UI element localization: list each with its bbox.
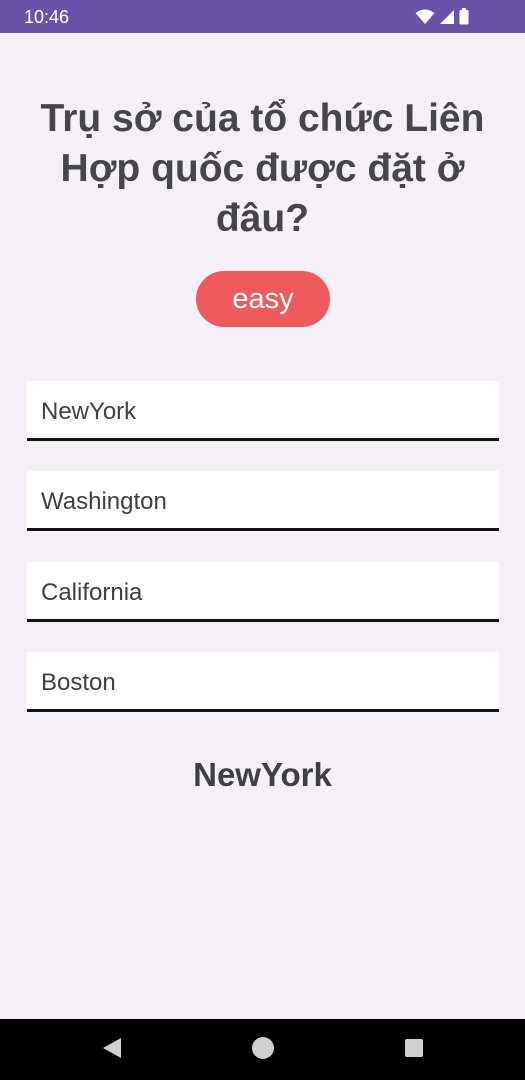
answer-option-2[interactable]: Washington xyxy=(27,471,499,531)
signal-icon xyxy=(439,9,455,25)
answer-text: NewYork xyxy=(193,756,332,793)
difficulty-badge: easy xyxy=(196,271,330,327)
navigation-bar xyxy=(0,1019,525,1080)
answer-option-label: California xyxy=(41,579,143,606)
answer-option-label: NewYork xyxy=(41,398,137,425)
answer-option-label: Boston xyxy=(41,669,116,696)
status-icons xyxy=(415,8,469,25)
back-button[interactable] xyxy=(98,1036,126,1064)
answer-option-1[interactable]: NewYork xyxy=(27,381,499,441)
back-icon xyxy=(101,1036,123,1064)
answer-option-label: Washington xyxy=(41,488,167,515)
recents-icon xyxy=(404,1038,424,1062)
question-text: Trụ sở của tổ chức Liên Hợp quốc được đặ… xyxy=(40,97,485,240)
recents-button[interactable] xyxy=(400,1036,428,1064)
answer-option-4[interactable]: Boston xyxy=(27,652,499,712)
home-icon xyxy=(251,1036,275,1064)
battery-icon xyxy=(459,8,469,25)
status-bar: 10:46 xyxy=(0,0,525,33)
answer-option-3[interactable]: California xyxy=(27,562,499,622)
status-time: 10:46 xyxy=(24,7,70,27)
wifi-icon xyxy=(415,9,435,25)
home-button[interactable] xyxy=(249,1036,277,1064)
